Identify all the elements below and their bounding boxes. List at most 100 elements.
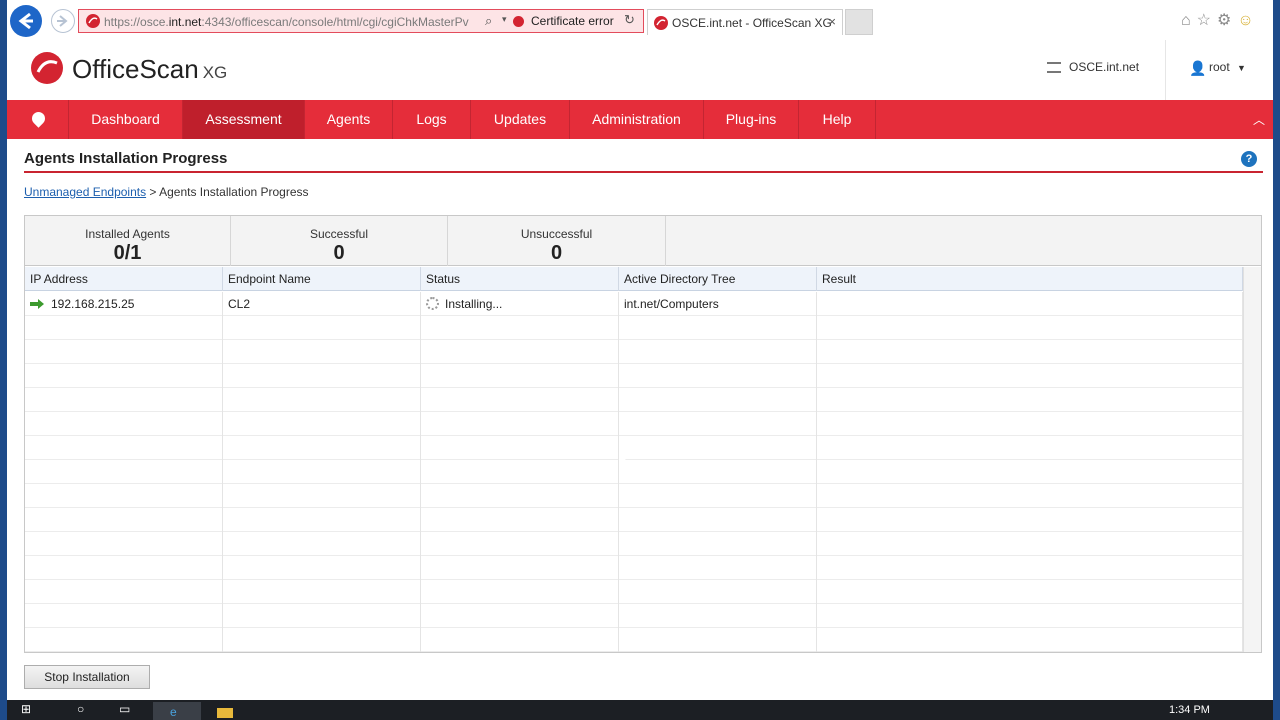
error-icon	[513, 16, 524, 27]
empty-cell	[619, 532, 817, 556]
server-icon	[1047, 62, 1061, 73]
search-icon[interactable]: ⌕	[485, 13, 492, 29]
column-result[interactable]: Result	[817, 267, 1243, 291]
smiley-icon[interactable]: ☺	[1237, 12, 1259, 29]
page-title: Agents Installation Progress	[24, 150, 228, 167]
empty-table-row	[25, 436, 1243, 460]
unsuccessful-value: 0	[550, 242, 563, 264]
column-endpoint-name[interactable]: Endpoint Name	[223, 267, 421, 291]
empty-cell	[421, 580, 619, 604]
back-arrow-icon	[18, 12, 33, 30]
empty-cell	[223, 628, 421, 652]
empty-cell	[817, 388, 1243, 412]
empty-cell	[619, 316, 817, 340]
internet-explorer-taskbar-button[interactable]: e	[153, 702, 201, 720]
installation-panel: Installed Agents 0/1 Successful 0 Unsucc…	[24, 215, 1262, 653]
taskbar-clock: 1:34 PM	[1169, 704, 1210, 716]
nav-help[interactable]: Help	[799, 100, 876, 139]
empty-cell	[421, 460, 619, 484]
gear-icon[interactable]: ⚙	[1217, 12, 1237, 29]
empty-cell	[25, 316, 223, 340]
empty-cell	[223, 652, 421, 653]
successful-value: 0	[333, 242, 345, 264]
empty-cell	[817, 436, 1243, 460]
empty-cell	[25, 364, 223, 388]
empty-cell	[817, 628, 1243, 652]
internet-explorer-icon: e	[170, 705, 177, 719]
empty-cell	[223, 340, 421, 364]
forward-button[interactable]	[51, 9, 75, 33]
search-taskbar-icon[interactable]: ○	[77, 702, 84, 720]
favorites-star-icon[interactable]: ☆	[1197, 12, 1217, 29]
empty-table-row	[25, 364, 1243, 388]
empty-cell	[817, 340, 1243, 364]
nav-logs[interactable]: Logs	[393, 100, 471, 139]
table-header: IP Address Endpoint Name Status Active D…	[25, 267, 1261, 291]
empty-cell	[223, 460, 421, 484]
empty-cell	[421, 340, 619, 364]
nav-home-button[interactable]	[7, 100, 69, 139]
close-tab-icon[interactable]: ×	[828, 14, 836, 29]
collapse-icon[interactable]: ︿	[1253, 111, 1265, 128]
empty-cell	[25, 460, 223, 484]
empty-table-row	[25, 316, 1243, 340]
empty-table-row	[25, 604, 1243, 628]
empty-cell	[223, 604, 421, 628]
empty-cell	[223, 388, 421, 412]
empty-cell	[817, 652, 1243, 653]
empty-cell	[25, 388, 223, 412]
empty-cell	[223, 580, 421, 604]
empty-cell	[421, 412, 619, 436]
nav-agents[interactable]: Agents	[305, 100, 393, 139]
empty-cell	[817, 460, 1243, 484]
empty-cell	[817, 580, 1243, 604]
refresh-icon[interactable]: ↻	[624, 12, 635, 28]
nav-assessment[interactable]: Assessment	[183, 100, 305, 139]
empty-cell	[421, 532, 619, 556]
table-scrollbar[interactable]	[1243, 267, 1261, 652]
table-row[interactable]: 192.168.215.25 CL2 Installing... int.net…	[25, 292, 1243, 316]
nav-updates[interactable]: Updates	[471, 100, 570, 139]
breadcrumb-link-unmanaged-endpoints[interactable]: Unmanaged Endpoints	[24, 185, 146, 199]
new-tab-button[interactable]	[845, 9, 873, 35]
address-bar[interactable]: https://osce.int.net:4343/officescan/con…	[78, 9, 644, 33]
help-icon[interactable]: ?	[1241, 151, 1257, 167]
empty-cell	[223, 412, 421, 436]
browser-icons: ⌂☆⚙☺	[1181, 10, 1260, 30]
empty-table-row	[25, 652, 1243, 653]
green-arrow-icon	[30, 299, 44, 309]
browser-tab[interactable]: OSCE.int.net - OfficeScan XG ×	[647, 9, 843, 35]
certificate-error[interactable]: Certificate error	[513, 10, 614, 32]
dropdown-icon[interactable]: ▾	[502, 14, 507, 25]
empty-cell	[25, 484, 223, 508]
start-windows-icon[interactable]: ⊞	[21, 702, 31, 720]
empty-cell	[619, 460, 817, 484]
empty-cell	[223, 484, 421, 508]
empty-cell	[223, 508, 421, 532]
column-active-directory-tree[interactable]: Active Directory Tree	[619, 267, 817, 291]
empty-cell	[421, 556, 619, 580]
empty-cell	[619, 412, 817, 436]
empty-cell	[619, 436, 817, 460]
nav-dashboard[interactable]: Dashboard	[69, 100, 183, 139]
empty-cell	[25, 340, 223, 364]
empty-cell	[619, 604, 817, 628]
site-favicon-icon	[86, 14, 100, 28]
empty-table-row	[25, 484, 1243, 508]
chevron-down-icon: ▼	[1237, 63, 1246, 73]
stop-installation-button[interactable]: Stop Installation	[24, 665, 150, 689]
nav-administration[interactable]: Administration	[570, 100, 704, 139]
server-manager-icon[interactable]: ▭	[119, 702, 130, 720]
empty-table-row	[25, 580, 1243, 604]
column-ip-address[interactable]: IP Address	[25, 267, 223, 291]
file-explorer-icon[interactable]	[217, 708, 233, 718]
empty-cell	[817, 364, 1243, 388]
nav-plug-ins[interactable]: Plug-ins	[704, 100, 799, 139]
loading-spinner-icon	[426, 297, 439, 310]
home-icon[interactable]: ⌂	[1181, 12, 1197, 29]
column-status[interactable]: Status	[421, 267, 619, 291]
back-button[interactable]	[10, 5, 42, 37]
user-menu[interactable]: 👤 root ▼	[1189, 60, 1246, 76]
unsuccessful-label: Unsuccessful	[520, 227, 593, 241]
empty-cell	[619, 340, 817, 364]
